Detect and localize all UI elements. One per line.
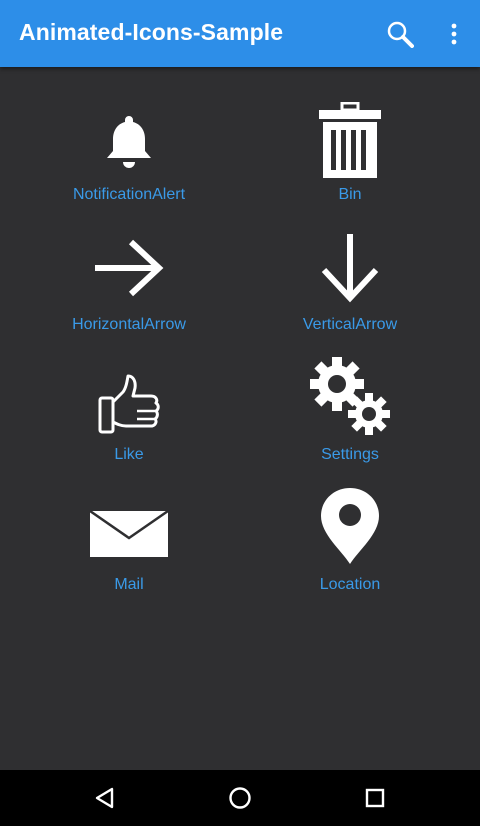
system-navigation-bar: [0, 770, 480, 826]
mail-envelope-icon: [89, 510, 169, 557]
home-button[interactable]: [220, 778, 260, 818]
like-item[interactable]: Like: [29, 370, 229, 490]
horizontal-arrow-item[interactable]: HorizontalArrow: [29, 239, 229, 360]
thumbs-up-icon: [98, 374, 160, 434]
map-pin-icon: [321, 488, 379, 564]
app-bar: Animated-Icons-Sample: [0, 0, 480, 67]
item-label: Bin: [338, 186, 362, 203]
vertical-arrow-item[interactable]: VerticalArrow: [250, 234, 450, 360]
bin-item[interactable]: Bin: [250, 102, 450, 230]
search-button[interactable]: [380, 14, 420, 54]
notification-alert-item[interactable]: NotificationAlert: [29, 110, 229, 230]
arrow-right-icon: [95, 239, 164, 297]
bell-icon: [107, 116, 151, 168]
item-label: NotificationAlert: [72, 186, 186, 203]
back-triangle-icon: [95, 787, 114, 809]
item-label: Mail: [114, 576, 144, 593]
overflow-menu-button[interactable]: [434, 14, 474, 54]
item-label: HorizontalArrow: [72, 316, 186, 333]
item-label: Like: [114, 446, 144, 463]
icon-grid: NotificationAlert Bin HorizontalArrow Ve…: [0, 67, 480, 770]
gears-icon: [310, 357, 390, 435]
back-button[interactable]: [85, 778, 125, 818]
mail-item[interactable]: Mail: [29, 500, 229, 620]
recents-square-icon: [365, 788, 385, 808]
recents-button[interactable]: [355, 778, 395, 818]
item-label: VerticalArrow: [302, 316, 398, 333]
home-circle-icon: [229, 787, 251, 809]
arrow-down-icon: [321, 234, 379, 303]
trash-bin-icon: [319, 102, 381, 178]
item-label: Location: [319, 576, 381, 593]
app-title: Animated-Icons-Sample: [19, 19, 284, 45]
search-icon: [387, 21, 414, 48]
more-vertical-icon: [451, 23, 457, 45]
item-label: Settings: [321, 446, 379, 463]
location-item[interactable]: Location: [250, 488, 450, 620]
settings-item[interactable]: Settings: [250, 357, 450, 490]
